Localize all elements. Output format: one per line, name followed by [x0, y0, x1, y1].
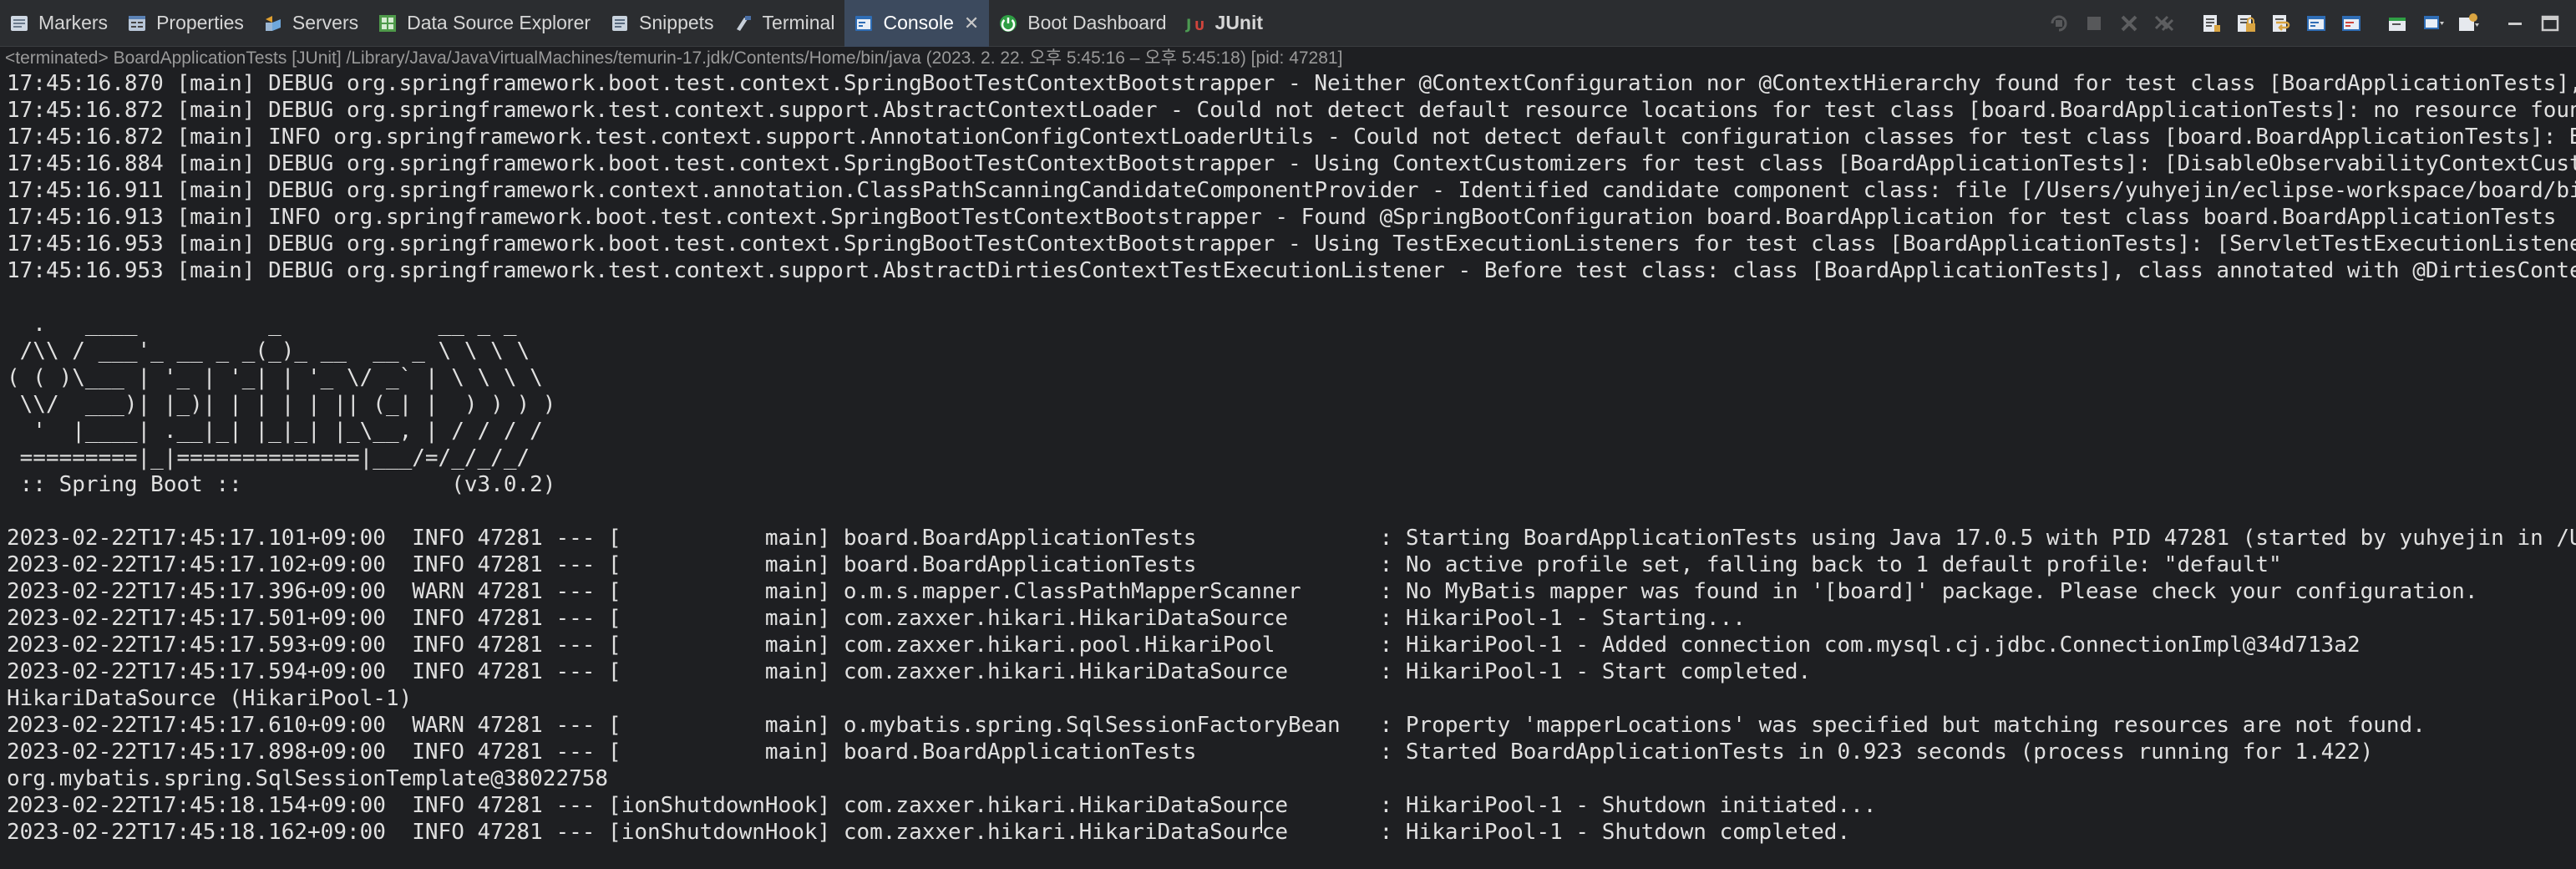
console-line: ' |____| .__|_| |_|_| |_\__, | / / / / — [7, 419, 543, 444]
console-line: HikariDataSource (HikariPool-1) — [7, 686, 413, 711]
console-line: org.mybatis.spring.SqlSessionTemplate@38… — [7, 766, 609, 791]
display-selected-console-icon[interactable] — [2419, 9, 2447, 38]
console-line: 17:45:16.911 [main] DEBUG org.springfram… — [7, 178, 2576, 203]
text-caret — [1260, 811, 1262, 833]
tab-label: Properties — [156, 12, 244, 33]
console-icon — [853, 13, 875, 34]
svg-text:U: U — [1194, 18, 1204, 33]
console-line: ( ( )\___ | '_ | '_| | '_ \/ _` | \ \ \ … — [7, 365, 543, 390]
tab-console[interactable]: Console ✕ — [844, 0, 990, 47]
console-line: /\\ / ___'_ __ _ _(_)_ __ __ _ \ \ \ \ — [7, 338, 530, 363]
tab-label: Data Source Explorer — [407, 12, 591, 33]
maximize-icon[interactable] — [2536, 9, 2564, 38]
junit-icon: JU — [1185, 13, 1207, 34]
tab-label: Snippets — [639, 12, 714, 33]
minimize-icon[interactable] — [2501, 9, 2529, 38]
pin-console-icon[interactable] — [2384, 9, 2412, 38]
launch-status-line: <terminated> BoardApplicationTests [JUni… — [5, 48, 1343, 68]
console-line: =========|_|==============|___/=/_/_/_/ — [7, 445, 530, 470]
view-tab-bar: Markers Properties Servers Data Source E… — [0, 0, 2576, 47]
remove-launch-icon[interactable] — [2115, 9, 2143, 38]
snippets-icon — [609, 13, 631, 34]
close-tab-icon[interactable]: ✕ — [964, 13, 979, 34]
remove-all-terminated-icon[interactable] — [2150, 9, 2178, 38]
console-line: 17:45:16.884 [main] DEBUG org.springfram… — [7, 151, 2576, 176]
scroll-lock-icon[interactable] — [2232, 9, 2260, 38]
tab-label: Markers — [38, 12, 109, 33]
console-line: 2023-02-22T17:45:17.396+09:00 WARN 47281… — [7, 579, 2478, 604]
markers-icon — [8, 13, 30, 34]
console-line: 17:45:16.953 [main] DEBUG org.springfram… — [7, 258, 2576, 283]
console-line: \\/ ___)| |_)| | | | | || (_| | ) ) ) ) — [7, 392, 556, 417]
tab-snippets[interactable]: Snippets — [601, 0, 724, 47]
open-console-icon[interactable] — [2454, 9, 2482, 38]
console-line: . ____ _ __ _ _ — [7, 312, 517, 337]
svg-text:J: J — [1185, 17, 1191, 33]
console-line: 17:45:16.872 [main] INFO org.springframe… — [7, 125, 2576, 150]
tab-data-source-explorer[interactable]: Data Source Explorer — [368, 0, 601, 47]
servers-icon — [262, 13, 284, 34]
clear-console-icon[interactable] — [2197, 9, 2225, 38]
show-on-stderr-icon[interactable] — [2337, 9, 2366, 38]
console-line: 2023-02-22T17:45:18.162+09:00 INFO 47281… — [7, 820, 1851, 845]
console-text: 17:45:16.870 [main] DEBUG org.springfram… — [0, 70, 2576, 846]
console-line: 2023-02-22T17:45:17.594+09:00 INFO 47281… — [7, 659, 1812, 684]
terminal-icon — [733, 13, 754, 34]
tab-label: Terminal — [762, 12, 835, 33]
tab-label: Boot Dashboard — [1027, 12, 1167, 33]
console-line: 2023-02-22T17:45:17.101+09:00 INFO 47281… — [7, 526, 2576, 551]
tab-label: Console — [883, 12, 954, 33]
console-line: :: Spring Boot :: (v3.0.2) — [7, 472, 556, 497]
tab-terminal[interactable]: Terminal — [724, 0, 845, 47]
console-line: 2023-02-22T17:45:17.898+09:00 INFO 47281… — [7, 739, 2374, 765]
boot-dashboard-icon — [997, 13, 1019, 34]
tab-markers[interactable]: Markers — [0, 0, 118, 47]
tab-servers[interactable]: Servers — [254, 0, 368, 47]
console-line: 2023-02-22T17:45:17.610+09:00 WARN 47281… — [7, 713, 2426, 738]
console-line: 17:45:16.913 [main] INFO org.springframe… — [7, 205, 2557, 230]
tab-label: JUnit — [1214, 12, 1264, 33]
data-source-explorer-icon — [377, 13, 398, 34]
console-line: 17:45:16.953 [main] DEBUG org.springfram… — [7, 231, 2576, 257]
console-line: 2023-02-22T17:45:18.154+09:00 INFO 47281… — [7, 793, 1877, 818]
tab-junit[interactable]: JU JUnit — [1177, 0, 1274, 47]
tab-boot-dashboard[interactable]: Boot Dashboard — [989, 0, 1176, 47]
console-output[interactable]: 17:45:16.870 [main] DEBUG org.springfram… — [0, 70, 2576, 869]
console-line: 2023-02-22T17:45:17.593+09:00 INFO 47281… — [7, 633, 2360, 658]
console-line: 2023-02-22T17:45:17.501+09:00 INFO 47281… — [7, 606, 1746, 631]
tab-properties[interactable]: Properties — [118, 0, 254, 47]
terminate-relaunch-icon[interactable] — [2045, 9, 2073, 38]
show-on-stdout-icon[interactable] — [2302, 9, 2330, 38]
console-line: 17:45:16.870 [main] DEBUG org.springfram… — [7, 71, 2576, 96]
console-toolbar — [2045, 0, 2564, 47]
console-line: 2023-02-22T17:45:17.102+09:00 INFO 47281… — [7, 552, 2282, 577]
console-line: 17:45:16.872 [main] DEBUG org.springfram… — [7, 98, 2576, 123]
tab-label: Servers — [292, 12, 359, 33]
terminate-icon[interactable] — [2080, 9, 2108, 38]
properties-icon — [126, 13, 148, 34]
word-wrap-icon[interactable] — [2267, 9, 2295, 38]
